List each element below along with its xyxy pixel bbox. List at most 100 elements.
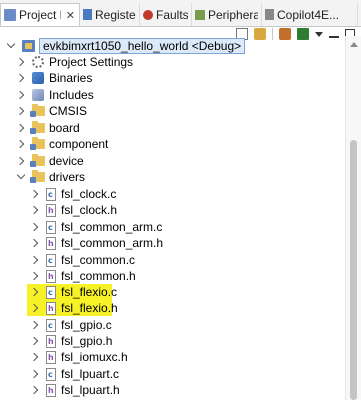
vertical-scrollbar[interactable] — [345, 36, 361, 400]
tree-item-project[interactable]: evkbimxrt1050_hello_world <Debug> — [6, 38, 246, 54]
tree-item-file[interactable]: fsl_iomuxc.h — [30, 349, 128, 365]
tree-item-file[interactable]: fsl_clock.h — [30, 202, 117, 218]
tree-item-file[interactable]: fsl_gpio.h — [30, 333, 112, 349]
peripherals-icon — [195, 9, 205, 20]
chevron-right-icon[interactable] — [30, 271, 40, 281]
folder-icon — [30, 154, 45, 167]
folder-icon — [30, 137, 45, 150]
tree-item-component[interactable]: component — [16, 136, 108, 152]
chevron-right-icon[interactable] — [30, 336, 40, 346]
tree-item-cmsis[interactable]: CMSIS — [16, 103, 87, 119]
tree-item-project-settings[interactable]: Project Settings — [16, 54, 133, 70]
file-label: fsl_clock.h — [61, 203, 118, 217]
tree-item-label: device — [49, 154, 84, 168]
folder-icon — [30, 121, 45, 134]
tree-item-label: board — [49, 121, 80, 135]
tree-item-drivers[interactable]: drivers — [16, 169, 85, 185]
chevron-right-icon[interactable] — [30, 222, 40, 232]
project-explorer-icon — [4, 9, 16, 21]
tree-item-file[interactable]: fsl_common_arm.h — [30, 235, 163, 251]
scroll-up-icon[interactable] — [350, 42, 358, 47]
tree-item-label: CMSIS — [49, 104, 88, 118]
file-label: fsl_lpuart.h — [61, 383, 120, 397]
chevron-right-icon[interactable] — [16, 106, 26, 116]
tab-label: Registers — [95, 7, 136, 22]
h-file-icon — [46, 203, 56, 217]
scrollbar-thumb[interactable] — [350, 140, 357, 400]
file-label: fsl_flexio.h — [61, 301, 118, 315]
c-file-icon — [46, 253, 56, 267]
folder-icon — [30, 104, 45, 117]
tree-item-device[interactable]: device — [16, 153, 84, 169]
tree-item-label: Binaries — [49, 71, 93, 85]
tree-item-label: component — [49, 137, 109, 151]
c-file-icon — [46, 367, 56, 381]
file-label: fsl_flexio.c — [61, 285, 118, 299]
file-label: fsl_lpuart.c — [61, 367, 120, 381]
chevron-right-icon[interactable] — [30, 385, 40, 395]
c-file-icon — [46, 318, 56, 332]
chevron-right-icon[interactable] — [30, 369, 40, 379]
tab-faults[interactable]: Faults — [140, 3, 192, 26]
settings-icon — [32, 56, 44, 68]
chevron-right-icon[interactable] — [30, 238, 40, 248]
chevron-right-icon[interactable] — [16, 139, 26, 149]
project-icon — [22, 40, 35, 52]
faults-icon — [143, 9, 153, 20]
tab-copilot[interactable]: Copilot4E... — [262, 3, 358, 26]
tab-project-explorer[interactable]: Project Ex... ✕ — [0, 3, 80, 26]
view-tab-bar: Project Ex... ✕ Registers Faults Periphe… — [0, 0, 361, 27]
chevron-right-icon[interactable] — [30, 320, 40, 330]
chevron-right-icon[interactable] — [30, 255, 40, 265]
h-file-icon — [46, 334, 56, 348]
h-file-icon — [46, 236, 56, 250]
project-label: evkbimxrt1050_hello_world <Debug> — [39, 38, 246, 54]
chevron-right-icon[interactable] — [30, 352, 40, 362]
tree-item-file[interactable]: fsl_gpio.c — [30, 317, 112, 333]
tree-item-file[interactable]: fsl_common_arm.c — [30, 219, 162, 235]
chevron-right-icon[interactable] — [16, 57, 26, 67]
tree-item-label: Includes — [49, 88, 94, 102]
chevron-down-icon[interactable] — [6, 41, 16, 51]
chevron-right-icon[interactable] — [16, 156, 26, 166]
chevron-right-icon[interactable] — [30, 205, 40, 215]
tree-item-file[interactable]: fsl_common.h — [30, 268, 136, 284]
c-file-icon — [46, 285, 56, 299]
tab-label: Faults — [156, 7, 188, 22]
tree-item-board[interactable]: board — [16, 120, 80, 136]
tree-item-file[interactable]: fsl_lpuart.c — [30, 366, 119, 382]
chevron-right-icon[interactable] — [16, 73, 26, 83]
file-label: fsl_common.c — [61, 253, 136, 267]
registers-icon — [83, 9, 92, 20]
tree-item-file-highlighted[interactable]: fsl_flexio.h — [30, 300, 118, 316]
tree-item-includes[interactable]: Includes — [16, 87, 94, 103]
copilot-icon — [265, 9, 274, 20]
chevron-down-icon[interactable] — [16, 172, 26, 182]
folder-icon — [30, 170, 45, 183]
tab-label: Copilot4E... — [277, 7, 340, 22]
chevron-right-icon[interactable] — [16, 90, 26, 100]
chevron-right-icon[interactable] — [30, 189, 40, 199]
tree-item-file-highlighted[interactable]: fsl_flexio.c — [30, 284, 117, 300]
chevron-right-icon[interactable] — [16, 123, 26, 133]
chevron-right-icon[interactable] — [30, 287, 40, 297]
file-label: fsl_gpio.h — [61, 334, 113, 348]
binaries-icon — [32, 72, 44, 84]
h-file-icon — [46, 269, 56, 283]
tree-item-binaries[interactable]: Binaries — [16, 70, 92, 86]
tab-label: Periphera... — [208, 7, 258, 22]
tree-item-label: drivers — [49, 170, 86, 184]
close-icon[interactable]: ✕ — [66, 9, 75, 22]
tree-item-file[interactable]: fsl_clock.c — [30, 186, 116, 202]
tab-peripherals[interactable]: Periphera... — [192, 3, 262, 26]
project-tree: evkbimxrt1050_hello_world <Debug> Projec… — [0, 36, 346, 400]
chevron-right-icon[interactable] — [30, 303, 40, 313]
tree-item-file[interactable]: fsl_lpuart.h — [30, 382, 120, 398]
file-label: fsl_common_arm.c — [61, 220, 163, 234]
h-file-icon — [46, 383, 56, 397]
includes-icon — [32, 89, 44, 101]
file-label: fsl_clock.c — [61, 187, 117, 201]
tab-registers[interactable]: Registers — [80, 3, 140, 26]
tree-item-file[interactable]: fsl_common.c — [30, 252, 135, 268]
c-file-icon — [46, 187, 56, 201]
